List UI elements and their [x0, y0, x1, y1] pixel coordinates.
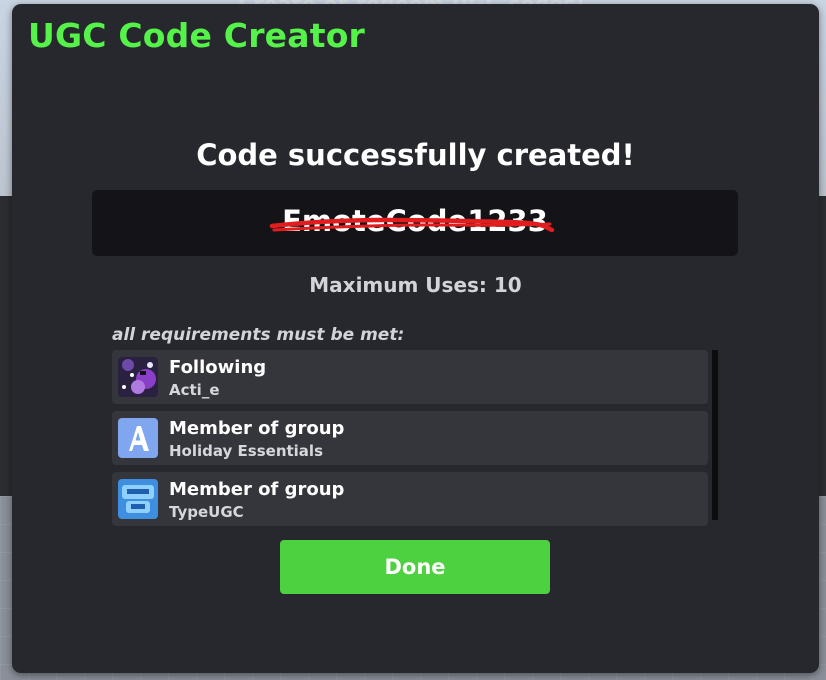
group-logo-typeugc-icon: [118, 479, 158, 519]
requirements-caption: all requirements must be met:: [112, 325, 405, 345]
group-logo-a-icon: [118, 418, 158, 458]
requirement-item: Following Acti_e: [112, 350, 708, 404]
requirement-subtitle: Acti_e: [169, 381, 220, 399]
requirements-scrollbar[interactable]: [712, 350, 718, 520]
requirement-title: Following: [169, 357, 267, 378]
requirement-subtitle: TypeUGC: [169, 503, 244, 521]
done-button[interactable]: Done: [280, 540, 550, 594]
code-display-box[interactable]: EmoteCode1233: [92, 190, 738, 256]
requirement-subtitle: Holiday Essentials: [169, 442, 323, 460]
redaction-scribble: [269, 217, 555, 233]
requirement-item: Member of group TypeUGC: [112, 472, 708, 526]
requirement-title: Member of group: [169, 418, 345, 439]
user-avatar-icon: [118, 357, 158, 397]
requirement-title: Member of group: [169, 479, 345, 500]
maximum-uses-label: Maximum Uses: 10: [309, 273, 522, 297]
requirements-list[interactable]: Following Acti_e Member of group Holiday…: [112, 350, 718, 526]
dialog-title: UGC Code Creator: [28, 16, 366, 55]
ugc-code-creator-dialog: UGC Code Creator Code successfully creat…: [12, 4, 819, 673]
success-heading: Code successfully created!: [196, 138, 635, 172]
requirement-item: Member of group Holiday Essentials: [112, 411, 708, 465]
